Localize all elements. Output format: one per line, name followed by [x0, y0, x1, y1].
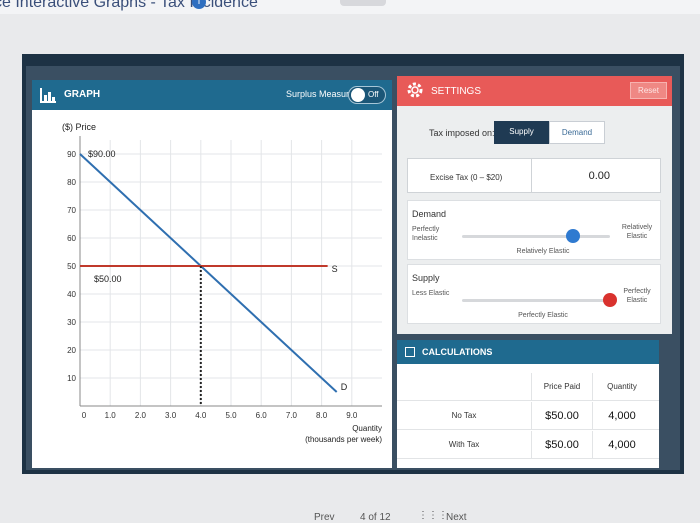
- calc-col-quantity: Quantity: [607, 382, 637, 391]
- excise-tax-label-box: Excise Tax (0 – $20): [407, 158, 537, 193]
- price-quantity-chart[interactable]: 90 80 70 60 50 40 30 20 10 0 1.0 2.0 3.0 4.0 5.0 6.0 7.0…: [32, 110, 392, 468]
- demand-slider-thumb[interactable]: [566, 229, 580, 243]
- reset-button[interactable]: Reset: [630, 82, 667, 99]
- y-tick-label: 40: [67, 290, 76, 299]
- page-title: ce Interactive Graphs - Tax Incidence: [0, 0, 258, 11]
- calc-col-price-paid: Price Paid: [531, 373, 593, 401]
- bar-chart-icon: [40, 88, 56, 103]
- calc-header-row: Price Paid Quantity: [397, 373, 659, 401]
- calculations-title: CALCULATIONS: [422, 347, 493, 357]
- prev-button[interactable]: Prev: [314, 512, 335, 523]
- price-label-equilibrium: $50.00: [94, 274, 122, 284]
- top-tab-handle[interactable]: [340, 0, 386, 6]
- excise-tax-input[interactable]: 0.00: [531, 158, 661, 193]
- calculations-panel: CALCULATIONS Price Paid Quantity No Tax …: [397, 340, 659, 468]
- toggle-knob: [351, 88, 365, 102]
- y-tick-label: 10: [67, 374, 76, 383]
- demand-elasticity-slider-box: Demand Perfectly Inelastic Relatively El…: [407, 200, 661, 260]
- x-tick-label: 2.0: [135, 411, 147, 420]
- page-indicator: 4 of 12: [360, 512, 391, 523]
- x-axis-label-line1: Quantity: [352, 424, 382, 433]
- tax-on-supply-button[interactable]: Supply: [494, 121, 549, 144]
- table-row: With Tax $50.00 4,000: [397, 431, 659, 459]
- x-tick-label: 8.0: [316, 411, 328, 420]
- tax-imposed-label: Tax imposed on:: [429, 128, 495, 138]
- series-label-s: S: [332, 264, 338, 274]
- supply-right-label: Perfectly Elastic: [623, 288, 651, 304]
- settings-header: SETTINGS Reset: [397, 76, 672, 106]
- x-tick-label: 3.0: [165, 411, 177, 420]
- y-tick-label: 60: [67, 234, 76, 243]
- supply-value-label: Perfectly Elastic: [518, 312, 568, 319]
- y-tick-label: 90: [67, 150, 76, 159]
- grid-menu-icon[interactable]: ⋮⋮⋮: [418, 510, 448, 521]
- graph-panel: GRAPH Surplus Measures Off 90 80 70 60 50 40 3…: [32, 80, 392, 468]
- x-tick-label: 1.0: [105, 411, 117, 420]
- demand-slider-track[interactable]: [462, 235, 610, 238]
- calc-row-label: With Tax: [448, 440, 480, 449]
- y-tick-label: 30: [67, 318, 76, 327]
- tax-on-demand-button[interactable]: Demand: [549, 121, 605, 144]
- calculator-icon: [405, 347, 415, 357]
- calc-col-blank: [397, 373, 531, 401]
- graph-title: GRAPH: [64, 89, 101, 100]
- x-tick-label: 6.0: [256, 411, 268, 420]
- x-axis-label-line2: (thousands per week): [305, 435, 382, 444]
- series-line-d: [79, 153, 338, 393]
- supply-slider-thumb[interactable]: [603, 293, 617, 307]
- settings-title: SETTINGS: [431, 86, 482, 97]
- supply-left-label: Less Elastic: [412, 290, 450, 297]
- demand-left-label: Perfectly Inelastic: [412, 226, 440, 242]
- calc-quantity: 4,000: [608, 410, 636, 422]
- table-row: No Tax $50.00 4,000: [397, 402, 659, 430]
- page-header: ce Interactive Graphs - Tax Incidence i: [0, 0, 700, 14]
- surplus-measures-toggle[interactable]: Off: [348, 86, 386, 104]
- price-label-top: $90.00: [88, 149, 116, 159]
- supply-slider-track[interactable]: [462, 299, 610, 302]
- graph-header: GRAPH Surplus Measures Off: [32, 80, 392, 110]
- x-tick-label: 9.0: [346, 411, 358, 420]
- y-tick-label: 80: [67, 178, 76, 187]
- calc-price-paid: $50.00: [531, 431, 593, 459]
- x-tick-label: 5.0: [225, 411, 237, 420]
- calculations-header: CALCULATIONS: [397, 340, 659, 364]
- demand-heading: Demand: [412, 209, 447, 219]
- supply-elasticity-slider-box: Supply Less Elastic Perfectly Elastic Pe…: [407, 264, 661, 324]
- x-tick-label: 7.0: [286, 411, 298, 420]
- demand-right-label: Relatively Elastic: [621, 224, 653, 240]
- demand-value-label: Relatively Elastic: [516, 248, 570, 255]
- y-tick-label: 20: [67, 346, 76, 355]
- x-tick-label: 0: [82, 411, 87, 420]
- toggle-state-label: Off: [368, 90, 379, 99]
- x-tick-label: 4.0: [195, 411, 207, 420]
- gear-icon: [407, 82, 423, 98]
- excise-tax-label: Excise Tax (0 – $20): [430, 173, 503, 182]
- y-axis-label: ($) Price: [62, 122, 96, 132]
- calc-row-label: No Tax: [451, 411, 477, 420]
- series-label-d: D: [341, 382, 348, 392]
- calc-quantity: 4,000: [608, 439, 636, 451]
- y-tick-label: 50: [67, 262, 76, 271]
- next-button[interactable]: Next: [446, 512, 467, 523]
- y-tick-label: 70: [67, 206, 76, 215]
- settings-panel: SETTINGS Reset Tax imposed on: Supply De…: [397, 76, 672, 334]
- calc-price-paid: $50.00: [531, 402, 593, 430]
- supply-heading: Supply: [412, 273, 440, 283]
